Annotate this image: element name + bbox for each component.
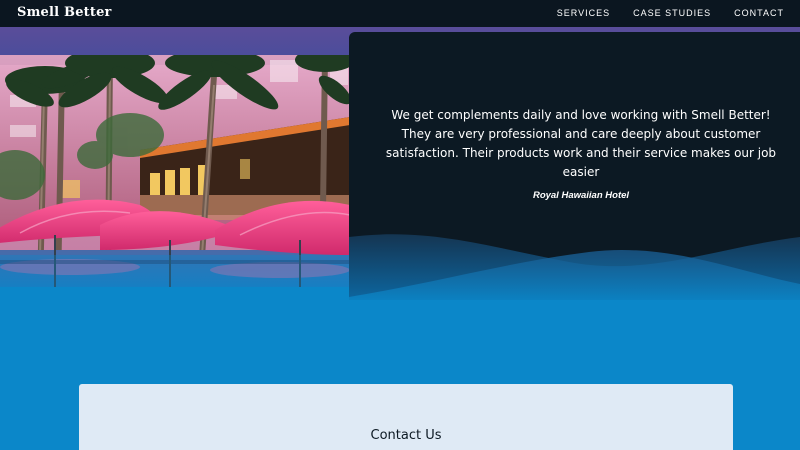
- nav-link-contact[interactable]: CONTACT: [734, 8, 784, 18]
- brand-logo[interactable]: Smell Better: [17, 5, 112, 20]
- testimonial-card: We get complements daily and love workin…: [349, 32, 800, 300]
- nav-link-case-studies[interactable]: CASE STUDIES: [633, 8, 711, 18]
- testimonial-author: Royal Hawaiian Hotel: [532, 190, 630, 201]
- nav-link-services[interactable]: SERVICES: [557, 8, 610, 18]
- contact-section: Contact Us: [79, 384, 733, 450]
- hotel-pool-photo: [0, 55, 350, 287]
- top-navbar: Smell Better SERVICES CASE STUDIES CONTA…: [0, 0, 800, 27]
- contact-heading: Contact Us: [370, 428, 442, 443]
- testimonial-quote: We get complements daily and love workin…: [385, 108, 777, 179]
- page: Smell Better SERVICES CASE STUDIES CONTA…: [0, 0, 800, 450]
- nav-links: SERVICES CASE STUDIES CONTACT: [557, 8, 784, 18]
- hotel-pool-illustration: [0, 55, 350, 287]
